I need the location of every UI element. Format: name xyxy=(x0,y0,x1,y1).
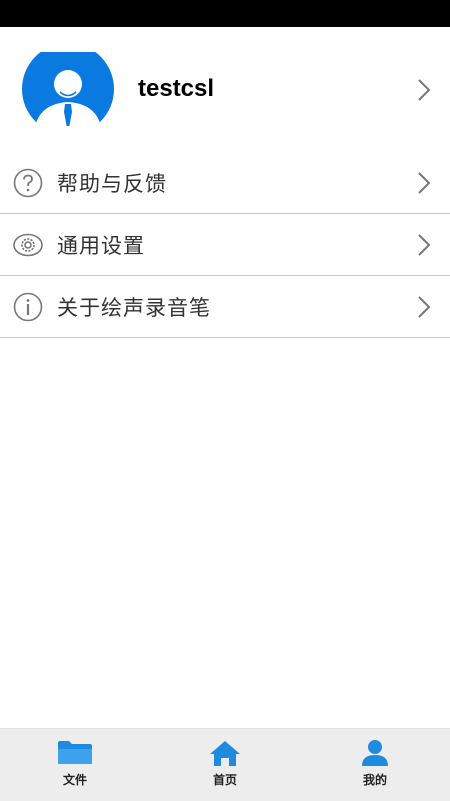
chevron-right-icon xyxy=(418,296,431,318)
menu-item-label: 通用设置 xyxy=(57,234,145,258)
menu-item-label: 帮助与反馈 xyxy=(57,172,167,196)
profile-header[interactable]: testcsl xyxy=(0,27,450,152)
chevron-right-icon xyxy=(418,234,431,256)
settings-icon xyxy=(13,233,43,257)
menu-item-about[interactable]: 关于绘声录音笔 xyxy=(0,276,450,338)
folder-icon xyxy=(58,741,92,764)
tab-label: 首页 xyxy=(212,773,237,787)
tab-mine[interactable]: 我的 xyxy=(300,729,450,801)
help-icon xyxy=(13,168,43,198)
tab-label: 文件 xyxy=(62,773,87,787)
tab-files[interactable]: 文件 xyxy=(0,729,150,801)
chevron-right-icon xyxy=(418,79,431,101)
home-icon xyxy=(210,741,240,766)
tab-home[interactable]: 首页 xyxy=(150,729,300,801)
person-icon xyxy=(362,740,388,766)
menu-item-general-settings[interactable]: 通用设置 xyxy=(0,214,450,276)
chevron-right-icon xyxy=(418,172,431,194)
settings-menu: 帮助与反馈 通用设置 关于绘声录音笔 xyxy=(0,152,450,338)
status-bar xyxy=(0,0,450,27)
username: testcsl xyxy=(138,75,215,102)
info-icon xyxy=(13,292,43,322)
menu-item-help-feedback[interactable]: 帮助与反馈 xyxy=(0,152,450,214)
bottom-tab-bar: 文件 首页 我的 xyxy=(0,728,450,801)
tab-label: 我的 xyxy=(362,773,387,787)
menu-item-label: 关于绘声录音笔 xyxy=(57,296,211,320)
user-avatar-icon xyxy=(22,52,114,126)
